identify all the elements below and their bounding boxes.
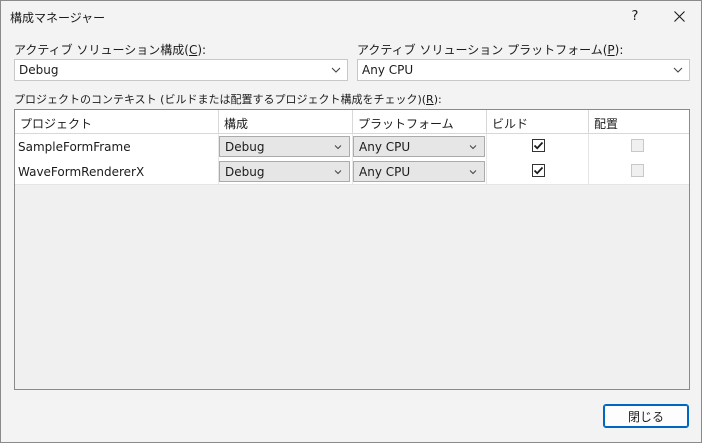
solution-config-label: アクティブ ソリューション構成(C): — [14, 43, 207, 57]
project-name-cell: SampleFormFrame — [15, 134, 219, 159]
title-bar: 構成マネージャー ? — [1, 1, 701, 31]
close-icon — [673, 10, 685, 22]
column-header-deploy[interactable]: 配置 — [589, 110, 689, 133]
deploy-checkbox — [631, 164, 644, 177]
column-header-build[interactable]: ビルド — [487, 110, 589, 133]
build-checkbox[interactable] — [532, 164, 545, 177]
checkmark-icon — [533, 166, 544, 175]
checkmark-icon — [533, 141, 544, 150]
solution-platform-label: アクティブ ソリューション プラットフォーム(P): — [357, 43, 624, 57]
table-row[interactable]: SampleFormFrame Debug Any CPU — [15, 134, 689, 160]
solution-platform-value: Any CPU — [362, 63, 414, 77]
grid-header: プロジェクト 構成 プラットフォーム ビルド 配置 — [15, 110, 689, 134]
chevron-down-icon — [331, 67, 341, 73]
project-config-dropdown[interactable]: Debug — [219, 161, 350, 182]
chevron-down-icon — [334, 145, 342, 150]
build-cell — [487, 159, 589, 184]
close-button[interactable]: 閉じる — [603, 404, 689, 428]
help-button[interactable]: ? — [613, 1, 657, 31]
project-context-label: プロジェクトのコンテキスト (ビルドまたは配置するプロジェクト構成をチェック)(… — [14, 93, 442, 106]
configuration-manager-dialog: 構成マネージャー ? アクティブ ソリューション構成(C): Debug アクテ… — [0, 0, 702, 443]
chevron-down-icon — [469, 170, 477, 175]
column-header-project[interactable]: プロジェクト — [15, 110, 219, 133]
project-name-cell: WaveFormRendererX — [15, 159, 219, 184]
chevron-down-icon — [469, 145, 477, 150]
column-header-platform[interactable]: プラットフォーム — [353, 110, 487, 133]
solution-config-value: Debug — [19, 63, 59, 77]
project-platform-dropdown[interactable]: Any CPU — [353, 161, 485, 182]
project-context-grid: プロジェクト 構成 プラットフォーム ビルド 配置 SampleFormFram… — [14, 109, 690, 390]
build-checkbox[interactable] — [532, 139, 545, 152]
solution-config-select[interactable]: Debug — [14, 59, 348, 81]
table-row[interactable]: WaveFormRendererX Debug Any CPU — [15, 159, 689, 185]
platform-cell: Any CPU — [353, 134, 487, 159]
column-header-config[interactable]: 構成 — [219, 110, 353, 133]
project-config-dropdown[interactable]: Debug — [219, 136, 350, 157]
solution-platform-select[interactable]: Any CPU — [357, 59, 690, 81]
deploy-checkbox — [631, 139, 644, 152]
config-cell: Debug — [219, 134, 353, 159]
close-window-button[interactable] — [657, 1, 701, 31]
deploy-cell — [589, 134, 689, 159]
chevron-down-icon — [334, 170, 342, 175]
deploy-cell — [589, 159, 689, 184]
window-title: 構成マネージャー — [10, 11, 106, 25]
chevron-down-icon — [673, 67, 683, 73]
config-cell: Debug — [219, 159, 353, 184]
platform-cell: Any CPU — [353, 159, 487, 184]
project-platform-dropdown[interactable]: Any CPU — [353, 136, 485, 157]
help-icon: ? — [631, 8, 639, 24]
build-cell — [487, 134, 589, 159]
